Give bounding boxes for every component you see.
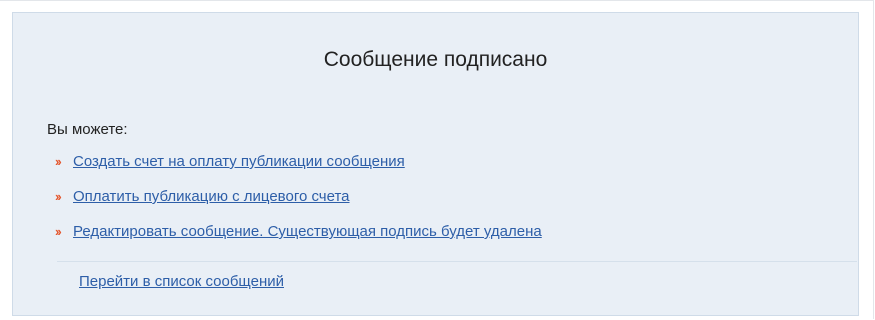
action-edit-message: ›› Редактировать сообщение. Существующая… [55, 223, 542, 241]
create-invoice-link[interactable]: Создать счет на оплату публикации сообще… [73, 153, 405, 171]
actions-list: ›› Создать счет на оплату публикации соо… [55, 153, 542, 258]
intro-text: Вы можете: [47, 121, 128, 138]
action-create-invoice: ›› Создать счет на оплату публикации соо… [55, 153, 542, 171]
divider [57, 261, 857, 262]
double-chevron-right-icon: ›› [55, 154, 62, 169]
panel-title: Сообщение подписано [323, 48, 548, 71]
edit-message-link[interactable]: Редактировать сообщение. Существующая по… [73, 223, 542, 241]
signed-message-panel: Сообщение подписано Вы можете: ›› Создат… [12, 12, 859, 316]
message-list-link[interactable]: Перейти в список сообщений [79, 273, 284, 291]
pay-from-account-link[interactable]: Оплатить публикацию с лицевого счета [73, 188, 350, 206]
double-chevron-right-icon: ›› [55, 224, 62, 239]
action-pay-from-account: ›› Оплатить публикацию с лицевого счета [55, 188, 542, 206]
double-chevron-right-icon: ›› [55, 189, 62, 204]
